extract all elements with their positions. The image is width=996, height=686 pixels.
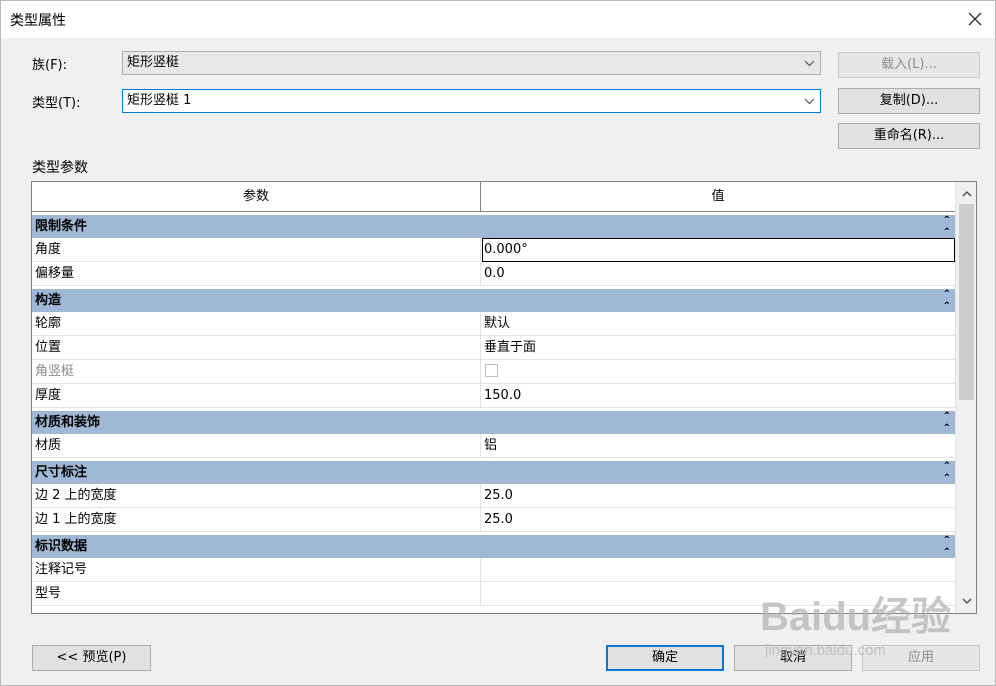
collapse-icon[interactable]: ⌃ ⌃ xyxy=(943,535,951,559)
table-row[interactable]: 边 1 上的宽度 25.0 xyxy=(32,508,955,532)
table-row[interactable]: 位置 垂直于面 xyxy=(32,336,955,360)
collapse-icon[interactable]: ⌃ ⌃ xyxy=(943,215,951,239)
table-row[interactable]: 材质 铝 xyxy=(32,434,955,458)
group-title: 限制条件 xyxy=(35,219,88,234)
param-name: 边 1 上的宽度 xyxy=(32,508,481,532)
param-value[interactable]: 25.0 xyxy=(482,508,955,532)
table-row[interactable]: 型号 xyxy=(32,582,955,606)
collapse-icon[interactable]: ⌃ ⌃ xyxy=(943,289,951,313)
apply-button[interactable]: 应用 xyxy=(862,645,980,671)
header-value[interactable]: 值 xyxy=(481,182,955,211)
collapse-icon[interactable]: ⌃ ⌃ xyxy=(943,411,951,435)
group-title: 尺寸标注 xyxy=(35,465,88,480)
table-row: 角竖梃 xyxy=(32,360,955,384)
param-value[interactable]: 垂直于面 xyxy=(482,336,955,360)
table-row[interactable]: 偏移量 0.0 xyxy=(32,262,955,286)
close-icon xyxy=(968,12,982,26)
param-value[interactable] xyxy=(482,558,955,582)
title-bar: 类型属性 xyxy=(0,0,996,38)
header-param[interactable]: 参数 xyxy=(32,182,481,211)
duplicate-button[interactable]: 复制(D)... xyxy=(838,88,980,114)
table-row[interactable]: 边 2 上的宽度 25.0 xyxy=(32,484,955,508)
family-dropdown[interactable]: 矩形竖梃 xyxy=(122,51,821,75)
corner-mullion-checkbox xyxy=(485,364,498,377)
chevron-down-icon xyxy=(802,90,816,112)
type-parameters-grid: 参数 值 限制条件 ⌃ ⌃ 角度 0.000° 偏移量 0.0 构造 ⌃ ⌃ 轮廓 … xyxy=(31,181,977,614)
param-name: 型号 xyxy=(32,582,481,606)
family-value: 矩形竖梃 xyxy=(127,55,180,70)
collapse-icon[interactable]: ⌃ ⌃ xyxy=(943,461,951,485)
param-value[interactable]: 150.0 xyxy=(482,384,955,408)
scrollbar-thumb[interactable] xyxy=(959,204,974,400)
type-label: 类型(T): xyxy=(32,96,81,111)
group-materials[interactable]: 材质和装饰 ⌃ ⌃ xyxy=(32,408,955,434)
param-value[interactable]: 25.0 xyxy=(482,484,955,508)
group-identity-data[interactable]: 标识数据 ⌃ ⌃ xyxy=(32,532,955,558)
group-title: 材质和装饰 xyxy=(35,415,101,430)
param-name: 材质 xyxy=(32,434,481,458)
param-name: 厚度 xyxy=(32,384,481,408)
preview-button[interactable]: << 预览(P) xyxy=(32,645,151,671)
param-name: 注释记号 xyxy=(32,558,481,582)
ok-button[interactable]: 确定 xyxy=(606,645,724,671)
grid-header: 参数 值 xyxy=(32,182,955,212)
param-name: 角度 xyxy=(32,238,481,262)
param-value[interactable] xyxy=(482,582,955,606)
param-value[interactable]: 默认 xyxy=(482,312,955,336)
chevron-down-icon xyxy=(802,52,816,74)
table-row[interactable]: 轮廓 默认 xyxy=(32,312,955,336)
group-construction[interactable]: 构造 ⌃ ⌃ xyxy=(32,286,955,312)
type-dropdown[interactable]: 矩形竖梃 1 xyxy=(122,89,821,113)
load-button[interactable]: 载入(L)... xyxy=(838,52,980,78)
param-value[interactable]: 铝 xyxy=(482,434,955,458)
group-constraints[interactable]: 限制条件 ⌃ ⌃ xyxy=(32,212,955,238)
param-name: 边 2 上的宽度 xyxy=(32,484,481,508)
group-dimensions[interactable]: 尺寸标注 ⌃ ⌃ xyxy=(32,458,955,484)
close-button[interactable] xyxy=(962,6,988,32)
param-name: 偏移量 xyxy=(32,262,481,286)
type-value: 矩形竖梃 1 xyxy=(127,93,192,108)
param-name: 位置 xyxy=(32,336,481,360)
type-parameters-caption: 类型参数 xyxy=(32,160,88,176)
grid-rows: 限制条件 ⌃ ⌃ 角度 0.000° 偏移量 0.0 构造 ⌃ ⌃ 轮廓 默认 位置… xyxy=(32,212,955,606)
table-row[interactable]: 注释记号 xyxy=(32,558,955,582)
family-label: 族(F): xyxy=(32,58,68,73)
scroll-down-icon[interactable] xyxy=(956,591,976,611)
param-value xyxy=(482,360,955,384)
param-name: 轮廓 xyxy=(32,312,481,336)
table-row[interactable]: 角度 0.000° xyxy=(32,238,955,262)
rename-button[interactable]: 重命名(R)... xyxy=(838,123,980,149)
table-row[interactable]: 厚度 150.0 xyxy=(32,384,955,408)
window-title: 类型属性 xyxy=(10,13,66,29)
param-value[interactable]: 0.000° xyxy=(482,238,955,262)
param-name: 角竖梃 xyxy=(32,360,481,384)
vertical-scrollbar[interactable] xyxy=(955,182,976,613)
param-value[interactable]: 0.0 xyxy=(482,262,955,286)
group-title: 标识数据 xyxy=(35,539,88,554)
group-title: 构造 xyxy=(35,293,62,308)
scroll-up-icon[interactable] xyxy=(956,184,976,204)
cancel-button[interactable]: 取消 xyxy=(734,645,852,671)
